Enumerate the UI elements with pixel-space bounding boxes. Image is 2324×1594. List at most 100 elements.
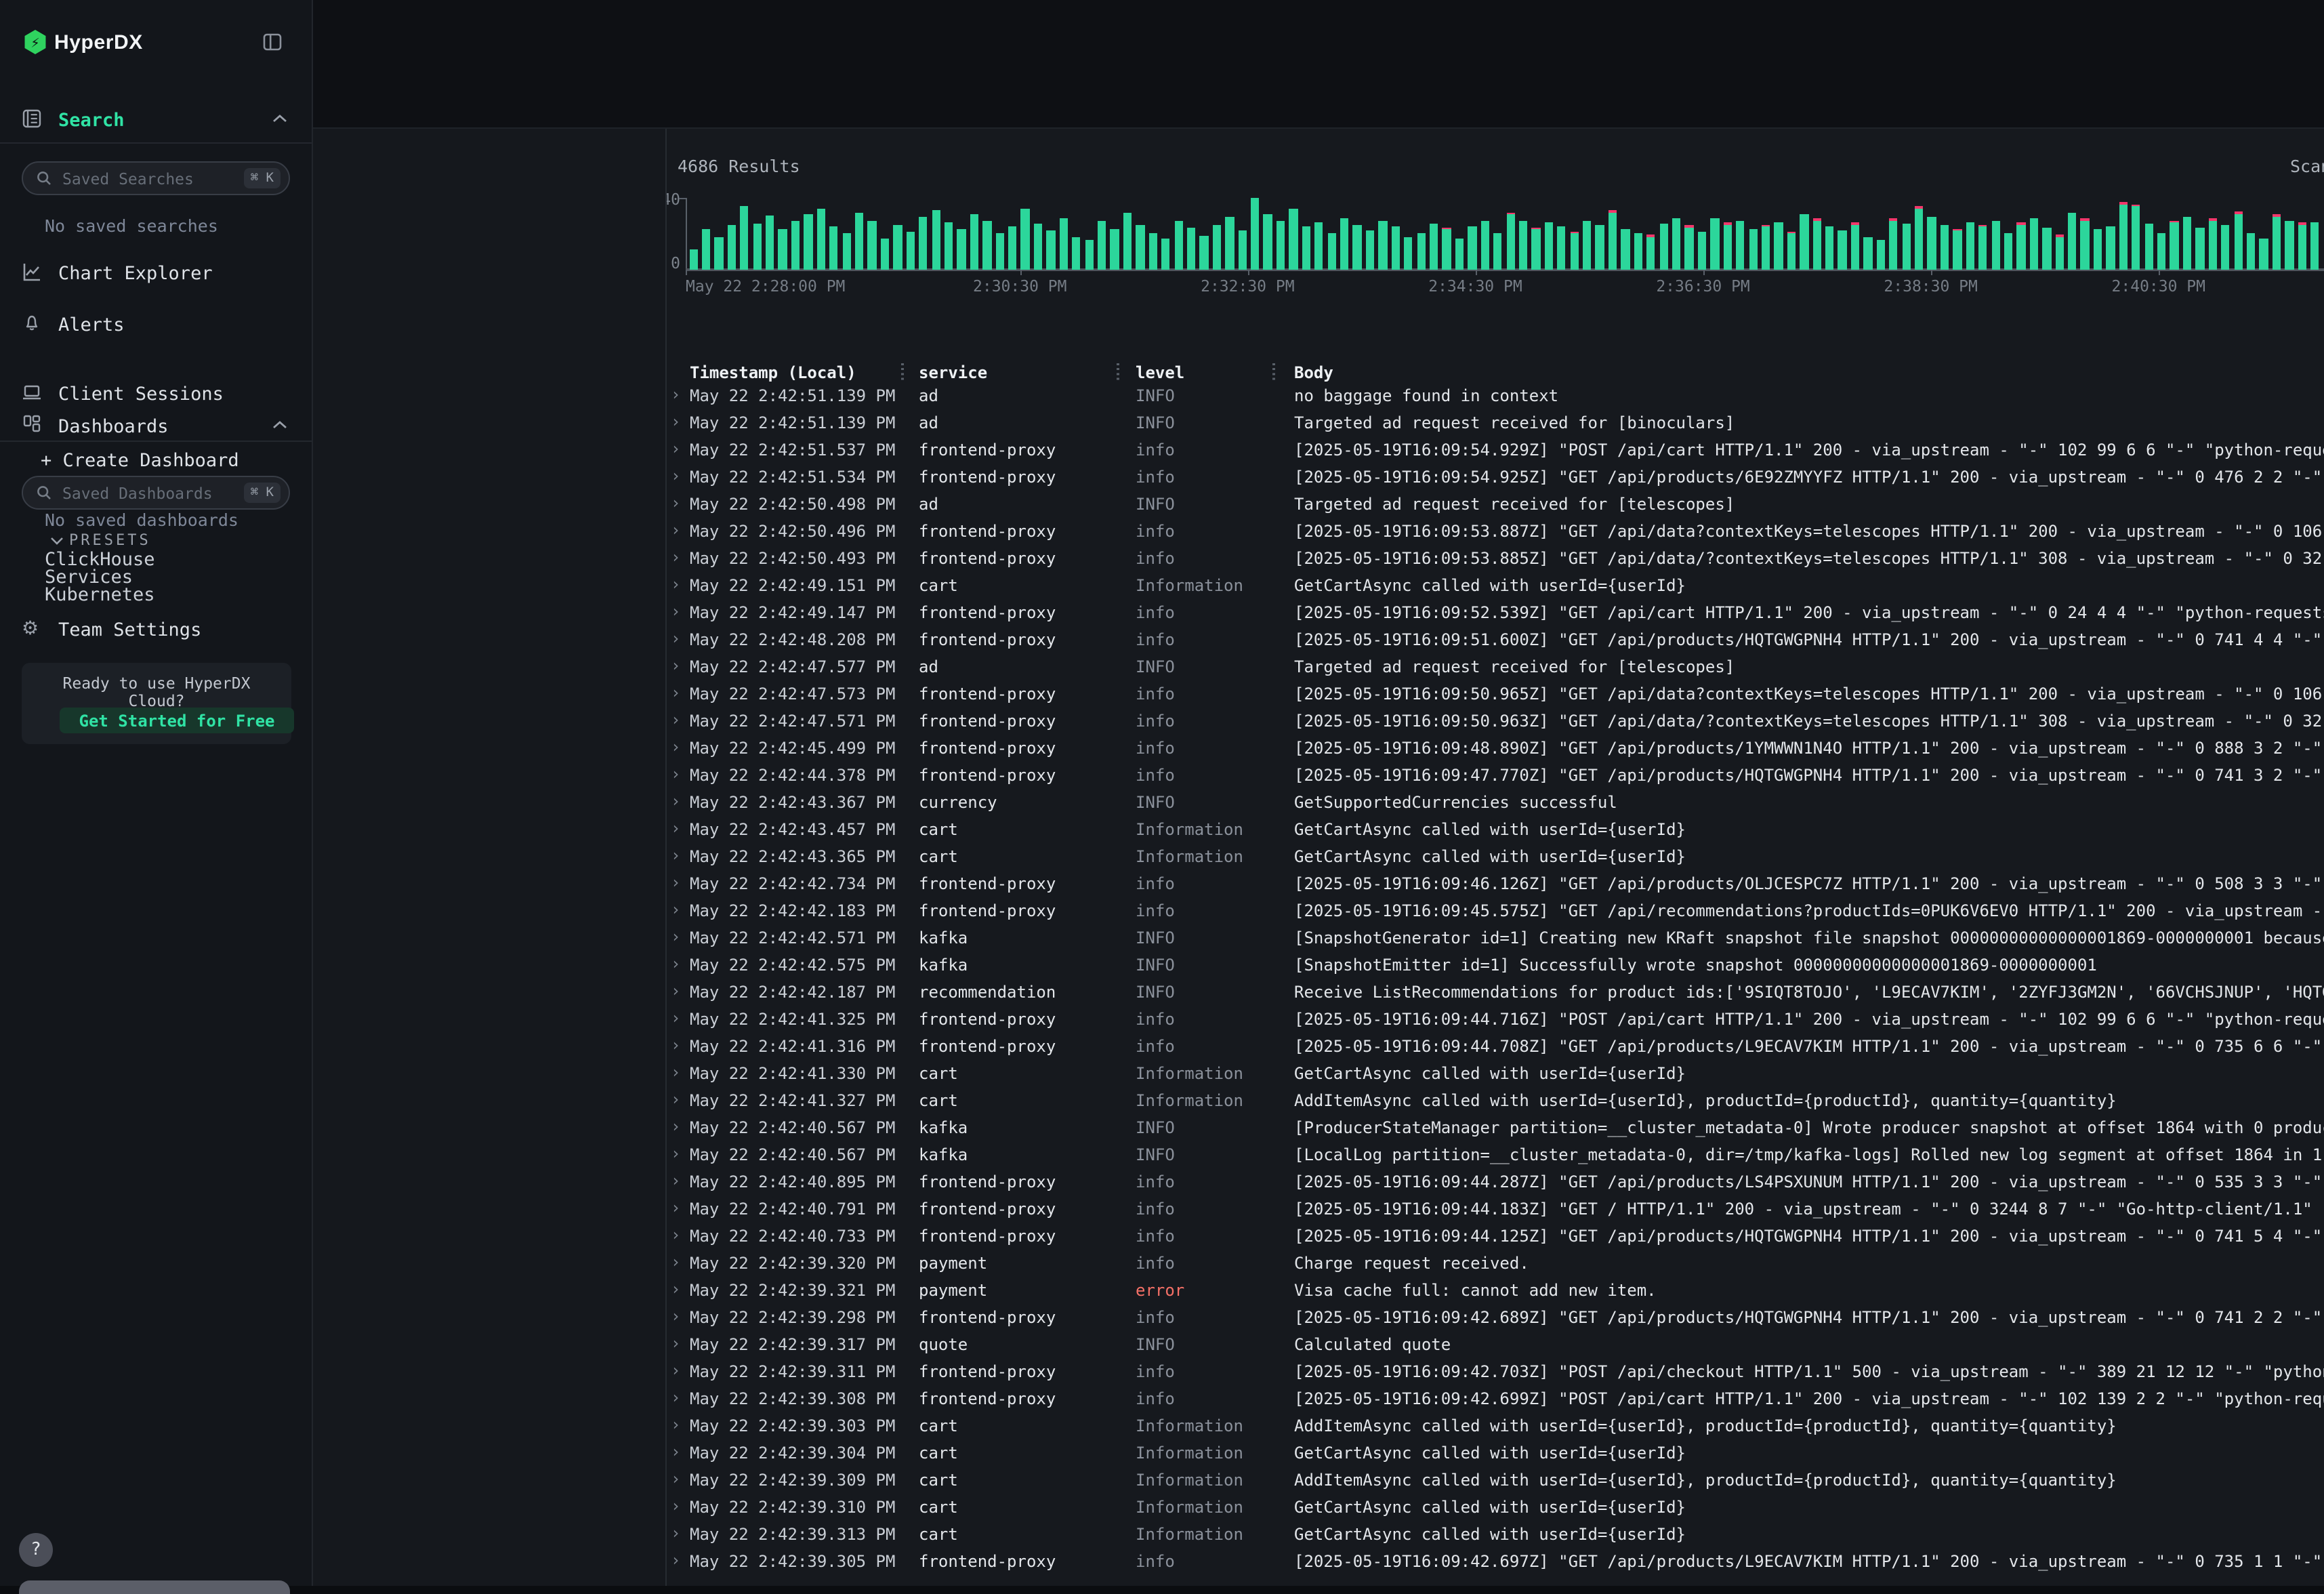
row-expand-chevron-icon[interactable]: › — [671, 845, 680, 864]
row-expand-chevron-icon[interactable]: › — [671, 1143, 680, 1162]
column-resize-handle[interactable] — [1117, 363, 1119, 381]
table-row[interactable]: ›May 22 2:42:42.187 PMrecommendationINFO… — [667, 979, 2324, 1006]
sidebar-item-team-settings[interactable]: Team Settings — [58, 619, 201, 640]
create-dashboard-button[interactable]: + Create Dashboard — [41, 450, 239, 472]
table-row[interactable]: ›May 22 2:42:45.499 PMfrontend-proxyinfo… — [667, 735, 2324, 762]
row-expand-chevron-icon[interactable]: › — [671, 926, 680, 945]
row-expand-chevron-icon[interactable]: › — [671, 1523, 680, 1542]
table-row[interactable]: ›May 22 2:42:41.330 PMcartInformationGet… — [667, 1060, 2324, 1087]
table-row[interactable]: ›May 22 2:42:50.493 PMfrontend-proxyinfo… — [667, 545, 2324, 572]
table-row[interactable]: ›May 22 2:42:51.139 PMadINFOTargeted ad … — [667, 409, 2324, 436]
row-expand-chevron-icon[interactable]: › — [671, 520, 680, 539]
row-expand-chevron-icon[interactable]: › — [671, 547, 680, 566]
row-expand-chevron-icon[interactable]: › — [671, 954, 680, 973]
row-expand-chevron-icon[interactable]: › — [671, 1496, 680, 1515]
table-row[interactable]: ›May 22 2:42:39.303 PMcartInformationAdd… — [667, 1412, 2324, 1439]
row-expand-chevron-icon[interactable]: › — [671, 655, 680, 674]
column-header-body[interactable]: Body — [1294, 363, 1333, 382]
row-expand-chevron-icon[interactable]: › — [671, 981, 680, 1000]
table-row[interactable]: ›May 22 2:42:40.567 PMkafkaINFO[Producer… — [667, 1114, 2324, 1141]
table-row[interactable]: ›May 22 2:42:43.457 PMcartInformationGet… — [667, 816, 2324, 843]
column-resize-handle[interactable] — [1272, 363, 1275, 381]
row-expand-chevron-icon[interactable]: › — [671, 1550, 680, 1569]
table-row[interactable]: ›May 22 2:42:40.567 PMkafkaINFO[LocalLog… — [667, 1141, 2324, 1168]
table-row[interactable]: ›May 22 2:42:39.311 PMfrontend-proxyinfo… — [667, 1358, 2324, 1385]
table-row[interactable]: ›May 22 2:42:51.139 PMadINFOno baggage f… — [667, 382, 2324, 409]
results-histogram[interactable] — [686, 198, 2324, 269]
sidebar-collapse-icon[interactable] — [263, 33, 282, 52]
presets-chevron-down-icon[interactable] — [50, 537, 64, 545]
row-expand-chevron-icon[interactable]: › — [671, 1414, 680, 1433]
sidebar-item-search[interactable]: Search — [58, 110, 125, 131]
row-expand-chevron-icon[interactable]: › — [671, 628, 680, 647]
row-expand-chevron-icon[interactable]: › — [671, 1035, 680, 1054]
saved-dashboards-search[interactable]: ⌘ K — [22, 476, 290, 510]
row-expand-chevron-icon[interactable]: › — [671, 493, 680, 512]
row-expand-chevron-icon[interactable]: › — [671, 1333, 680, 1352]
row-expand-chevron-icon[interactable]: › — [671, 574, 680, 593]
row-expand-chevron-icon[interactable]: › — [671, 438, 680, 457]
column-header-level[interactable]: level — [1136, 363, 1184, 382]
row-expand-chevron-icon[interactable]: › — [671, 1306, 680, 1325]
table-row[interactable]: ›May 22 2:42:42.183 PMfrontend-proxyinfo… — [667, 897, 2324, 924]
get-started-button[interactable]: Get Started for Free — [60, 708, 294, 733]
table-row[interactable]: ›May 22 2:42:40.733 PMfrontend-proxyinfo… — [667, 1223, 2324, 1250]
table-row[interactable]: ›May 22 2:42:44.378 PMfrontend-proxyinfo… — [667, 762, 2324, 789]
table-row[interactable]: ›May 22 2:42:51.537 PMfrontend-proxyinfo… — [667, 436, 2324, 464]
saved-searches-input[interactable] — [60, 167, 244, 189]
saved-dashboards-input[interactable] — [60, 482, 244, 504]
table-row[interactable]: ›May 22 2:42:43.367 PMcurrencyINFOGetSup… — [667, 789, 2324, 816]
row-expand-chevron-icon[interactable]: › — [671, 764, 680, 783]
table-row[interactable]: ›May 22 2:42:51.534 PMfrontend-proxyinfo… — [667, 464, 2324, 491]
table-row[interactable]: ›May 22 2:42:49.151 PMcartInformationGet… — [667, 572, 2324, 599]
row-expand-chevron-icon[interactable]: › — [671, 1225, 680, 1244]
table-row[interactable]: ›May 22 2:42:39.304 PMcartInformationGet… — [667, 1439, 2324, 1467]
dashboards-section-chevron-up-icon[interactable] — [272, 420, 287, 430]
column-header-service[interactable]: service — [919, 363, 987, 382]
row-expand-chevron-icon[interactable]: › — [671, 1442, 680, 1460]
table-row[interactable]: ›May 22 2:42:39.320 PMpaymentinfoCharge … — [667, 1250, 2324, 1277]
table-row[interactable]: ›May 22 2:42:39.298 PMfrontend-proxyinfo… — [667, 1304, 2324, 1331]
hyperdx-logo-icon[interactable]: ⚡ — [23, 30, 47, 54]
table-row[interactable]: ›May 22 2:42:47.573 PMfrontend-proxyinfo… — [667, 680, 2324, 708]
sidebar-item-chart-explorer[interactable]: Chart Explorer — [58, 262, 213, 284]
row-expand-chevron-icon[interactable]: › — [671, 872, 680, 891]
sidebar-item-client-sessions[interactable]: Client Sessions — [58, 384, 224, 405]
table-row[interactable]: ›May 22 2:42:39.308 PMfrontend-proxyinfo… — [667, 1385, 2324, 1412]
row-expand-chevron-icon[interactable]: › — [671, 682, 680, 701]
row-expand-chevron-icon[interactable]: › — [671, 1387, 680, 1406]
table-row[interactable]: ›May 22 2:42:39.313 PMcartInformationGet… — [667, 1521, 2324, 1548]
table-row[interactable]: ›May 22 2:42:39.317 PMquoteINFOCalculate… — [667, 1331, 2324, 1358]
table-row[interactable]: ›May 22 2:42:41.325 PMfrontend-proxyinfo… — [667, 1006, 2324, 1033]
row-expand-chevron-icon[interactable]: › — [671, 710, 680, 729]
table-row[interactable]: ›May 22 2:42:47.571 PMfrontend-proxyinfo… — [667, 708, 2324, 735]
row-expand-chevron-icon[interactable]: › — [671, 1279, 680, 1298]
row-expand-chevron-icon[interactable]: › — [671, 1116, 680, 1135]
table-row[interactable]: ›May 22 2:42:41.327 PMcartInformationAdd… — [667, 1087, 2324, 1114]
table-row[interactable]: ›May 22 2:42:42.575 PMkafkaINFO[Snapshot… — [667, 952, 2324, 979]
sidebar-item-alerts[interactable]: Alerts — [58, 314, 125, 335]
table-row[interactable]: ›May 22 2:42:49.147 PMfrontend-proxyinfo… — [667, 599, 2324, 626]
row-expand-chevron-icon[interactable]: › — [671, 1198, 680, 1217]
table-row[interactable]: ›May 22 2:42:41.316 PMfrontend-proxyinfo… — [667, 1033, 2324, 1060]
table-row[interactable]: ›May 22 2:42:42.734 PMfrontend-proxyinfo… — [667, 870, 2324, 897]
column-header-timestamp[interactable]: Timestamp (Local) — [690, 363, 856, 382]
row-expand-chevron-icon[interactable]: › — [671, 818, 680, 837]
row-expand-chevron-icon[interactable]: › — [671, 737, 680, 756]
row-expand-chevron-icon[interactable]: › — [671, 791, 680, 810]
table-row[interactable]: ›May 22 2:42:50.496 PMfrontend-proxyinfo… — [667, 518, 2324, 545]
table-row[interactable]: ›May 22 2:42:50.498 PMadINFOTargeted ad … — [667, 491, 2324, 518]
row-expand-chevron-icon[interactable]: › — [671, 601, 680, 620]
table-row[interactable]: ›May 22 2:42:39.310 PMcartInformationGet… — [667, 1494, 2324, 1521]
column-resize-handle[interactable] — [901, 363, 904, 381]
table-row[interactable]: ›May 22 2:42:39.321 PMpaymenterrorVisa c… — [667, 1277, 2324, 1304]
table-row[interactable]: ›May 22 2:42:43.365 PMcartInformationGet… — [667, 843, 2324, 870]
row-expand-chevron-icon[interactable]: › — [671, 1469, 680, 1488]
table-row[interactable]: ›May 22 2:42:39.309 PMcartInformationAdd… — [667, 1467, 2324, 1494]
table-row[interactable]: ›May 22 2:42:40.895 PMfrontend-proxyinfo… — [667, 1168, 2324, 1196]
table-row[interactable]: ›May 22 2:42:39.305 PMfrontend-proxyinfo… — [667, 1548, 2324, 1575]
presets-section-label[interactable]: PRESETS — [69, 531, 151, 549]
row-expand-chevron-icon[interactable]: › — [671, 899, 680, 918]
row-expand-chevron-icon[interactable]: › — [671, 411, 680, 430]
sidebar-preset-kubernetes[interactable]: Kubernetes — [45, 584, 155, 606]
